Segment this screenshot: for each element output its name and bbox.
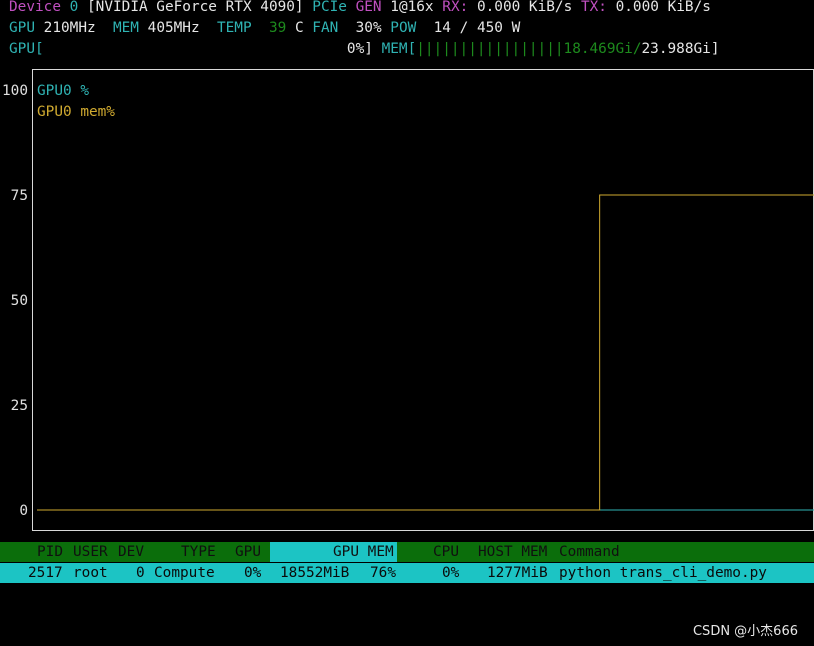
gpu-meter-percent: 0%] bbox=[346, 41, 373, 57]
col-user[interactable]: USER bbox=[73, 542, 108, 562]
y-tick-label: 50 bbox=[11, 293, 28, 309]
gen-label: GEN bbox=[355, 0, 382, 15]
process-table-header: PID USER DEV TYPE GPU CPU HOST MEM Comma… bbox=[0, 542, 814, 562]
col-cpu[interactable]: CPU bbox=[433, 542, 459, 562]
graph-frame bbox=[32, 69, 814, 531]
row-dev: 0 bbox=[136, 565, 145, 581]
table-row[interactable]: 2517 root 0 Compute 0% 18552MiB 76% 0% 1… bbox=[0, 563, 814, 583]
mem-clock-value: 405MHz bbox=[147, 20, 200, 36]
col-type[interactable]: TYPE bbox=[181, 542, 216, 562]
device-label: Device bbox=[9, 0, 61, 15]
row-gpu-mem-percent: 76% bbox=[370, 565, 396, 581]
tx-label: TX: bbox=[580, 0, 607, 15]
fan-value: 30% bbox=[355, 20, 382, 36]
col-command[interactable]: Command bbox=[559, 542, 620, 562]
col-gpu[interactable]: GPU bbox=[235, 542, 261, 562]
device-index: 0 bbox=[69, 0, 79, 15]
row-gpu-mem: 18552MiB bbox=[280, 565, 350, 581]
gpu-meter-label: GPU[ bbox=[9, 41, 44, 57]
mem-meter-bars: ||||||||||||||||| bbox=[416, 41, 564, 57]
mem-meter-total: 23.988Gi] bbox=[641, 41, 720, 57]
mem-clock-label: MEM bbox=[112, 20, 139, 36]
row-pid: 2517 bbox=[28, 565, 63, 581]
temp-unit: C bbox=[294, 20, 304, 36]
mem-meter-used: 18.469Gi/ bbox=[563, 41, 642, 57]
row-host-mem: 1277MiB bbox=[487, 565, 548, 581]
gpu-clock-value: 210MHz bbox=[43, 20, 96, 36]
row-command: python trans_cli_demo.py bbox=[559, 565, 767, 581]
usage-graph: 100 75 50 25 0 GPU0 % GPU0 mem% bbox=[2, 69, 814, 531]
temp-value: 39 bbox=[268, 20, 287, 36]
pow-value: 14 / 450 W bbox=[433, 20, 521, 36]
tx-value: 0.000 KiB/s bbox=[615, 0, 711, 15]
row-user: root bbox=[73, 565, 108, 581]
gpu-clock-label: GPU bbox=[9, 20, 35, 36]
y-tick-label: 100 bbox=[2, 83, 28, 99]
pcie-label: PCIe bbox=[312, 0, 347, 15]
y-tick-label: 75 bbox=[11, 188, 28, 204]
mem-meter-label: MEM[ bbox=[381, 41, 417, 57]
row-type: Compute bbox=[154, 565, 215, 581]
device-line: Device 0 [NVIDIA GeForce RTX 4090] PCIe … bbox=[9, 0, 711, 17]
col-host-mem[interactable]: HOST MEM bbox=[478, 542, 547, 562]
pow-label: POW bbox=[390, 20, 417, 36]
device-name: [NVIDIA GeForce RTX 4090] bbox=[87, 0, 304, 15]
temp-label: TEMP bbox=[216, 20, 252, 36]
legend-gpu-mem-percent: GPU0 mem% bbox=[37, 104, 115, 120]
fan-label: FAN bbox=[312, 20, 339, 36]
legend-gpu-percent: GPU0 % bbox=[37, 83, 89, 99]
gen-value: 1@16x bbox=[390, 0, 434, 15]
series-line-gpu-mem-percent bbox=[37, 194, 814, 511]
rx-value: 0.000 KiB/s bbox=[476, 0, 573, 15]
col-pid[interactable]: PID bbox=[37, 542, 63, 562]
y-tick-label: 25 bbox=[11, 398, 28, 414]
row-cpu: 0% bbox=[442, 565, 460, 581]
col-gpu-mem[interactable]: GPU MEM bbox=[333, 542, 394, 562]
col-dev[interactable]: DEV bbox=[118, 542, 144, 562]
rx-label: RX: bbox=[442, 0, 469, 15]
col-gpu-mem-selected[interactable]: GPU MEM bbox=[270, 542, 397, 562]
row-gpu: 0% bbox=[244, 565, 262, 581]
watermark: CSDN @小杰666 bbox=[692, 624, 798, 639]
stats-line: GPU 210MHz MEM 405MHz TEMP 39 C FAN 30% … bbox=[9, 18, 520, 38]
y-tick-label: 0 bbox=[19, 503, 28, 519]
meters-line: GPU[ 0%] MEM[|||||||||||||||||18.469Gi/2… bbox=[9, 39, 720, 59]
